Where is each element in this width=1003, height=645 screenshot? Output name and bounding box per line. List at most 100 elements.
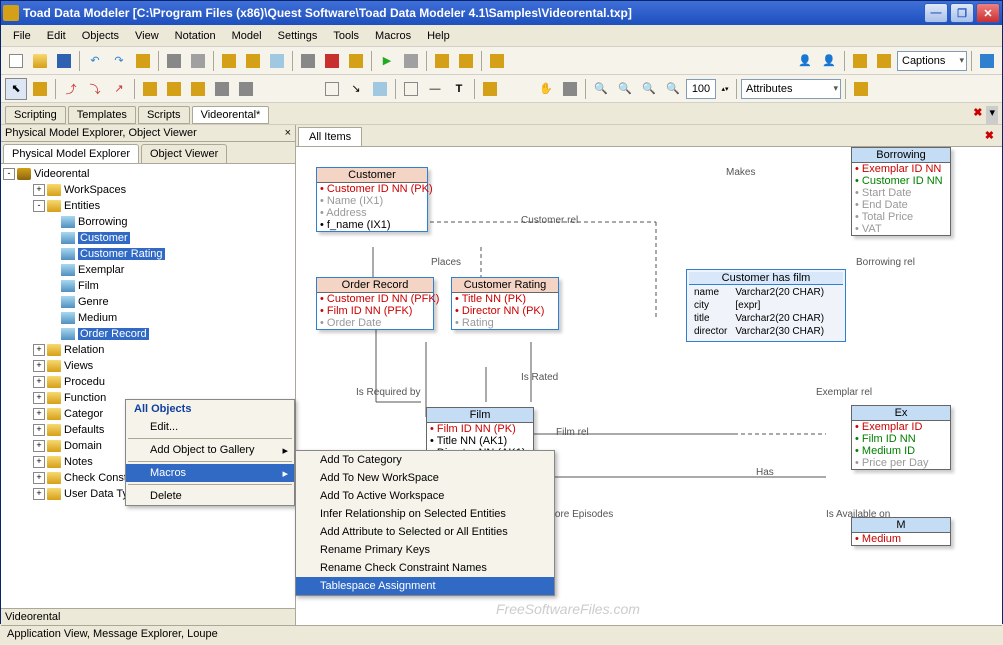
pointer-icon[interactable]: ⬉ bbox=[5, 78, 27, 100]
tab-object-viewer[interactable]: Object Viewer bbox=[141, 144, 227, 163]
rel-icon[interactable]: ⤴ bbox=[60, 78, 82, 100]
tree-node[interactable]: +WorkSpaces bbox=[3, 182, 293, 198]
ctx-delete[interactable]: Delete bbox=[126, 487, 294, 505]
menu-notation[interactable]: Notation bbox=[167, 28, 224, 44]
toolbar-icon[interactable] bbox=[211, 78, 233, 100]
minimize-button[interactable]: — bbox=[924, 3, 948, 23]
entity-customer[interactable]: Customer • Customer ID NN (PK)• Name (IX… bbox=[316, 167, 428, 232]
ctx-add-active-ws[interactable]: Add To Active Workspace bbox=[296, 487, 554, 505]
maximize-button[interactable]: ❐ bbox=[950, 3, 974, 23]
toolbar-icon[interactable] bbox=[486, 50, 508, 72]
tree-node[interactable]: +Procedu bbox=[3, 374, 293, 390]
toolbar-icon[interactable] bbox=[559, 78, 581, 100]
tree-node[interactable]: -Entities bbox=[3, 198, 293, 214]
entity-order-record[interactable]: Order Record • Customer ID NN (PFK)• Fil… bbox=[316, 277, 434, 330]
ctx-add-new-ws[interactable]: Add To New WorkSpace bbox=[296, 469, 554, 487]
toolbar-icon[interactable] bbox=[163, 78, 185, 100]
entity-borrowing[interactable]: Borrowing • Exemplar ID NN• Customer ID … bbox=[851, 147, 951, 236]
toolbar-icon[interactable] bbox=[850, 78, 872, 100]
toolbar-icon[interactable] bbox=[431, 50, 453, 72]
tree-view[interactable]: -Videorental+WorkSpaces-EntitiesBorrowin… bbox=[1, 163, 295, 608]
tab-dropdown-icon[interactable]: ▾ bbox=[986, 106, 998, 124]
zoom-out-icon[interactable]: 🔍 bbox=[614, 78, 636, 100]
zoom-icon[interactable]: 🔍 bbox=[662, 78, 684, 100]
toolbar-icon[interactable]: — bbox=[424, 78, 446, 100]
ctx-edit[interactable]: Edit... bbox=[126, 418, 294, 436]
ctx-add-attr[interactable]: Add Attribute to Selected or All Entitie… bbox=[296, 523, 554, 541]
open-icon[interactable] bbox=[29, 50, 51, 72]
tree-node[interactable]: Customer bbox=[3, 230, 293, 246]
tab-scripting[interactable]: Scripting bbox=[5, 106, 66, 124]
menu-edit[interactable]: Edit bbox=[39, 28, 74, 44]
captions-dropdown[interactable]: Captions bbox=[897, 51, 967, 71]
play-icon[interactable]: ▶ bbox=[376, 50, 398, 72]
close-doc-icon[interactable]: ✖ bbox=[985, 129, 994, 144]
menu-objects[interactable]: Objects bbox=[74, 28, 127, 44]
text-icon[interactable]: T bbox=[448, 78, 470, 100]
toolbar-icon[interactable] bbox=[479, 78, 501, 100]
zoom-in-icon[interactable]: 🔍 bbox=[590, 78, 612, 100]
menu-view[interactable]: View bbox=[127, 28, 167, 44]
tree-node[interactable]: Customer Rating bbox=[3, 246, 293, 262]
new-icon[interactable] bbox=[5, 50, 27, 72]
tree-node[interactable]: Film bbox=[3, 278, 293, 294]
toolbar-icon[interactable] bbox=[976, 50, 998, 72]
ctx-add-category[interactable]: Add To Category bbox=[296, 451, 554, 469]
entity-icon[interactable] bbox=[29, 78, 51, 100]
toolbar-icon[interactable]: ↘ bbox=[345, 78, 367, 100]
ctx-macros[interactable]: Macros bbox=[126, 464, 294, 482]
panel-close-icon[interactable]: × bbox=[285, 127, 291, 139]
ctx-infer-rel[interactable]: Infer Relationship on Selected Entities bbox=[296, 505, 554, 523]
toolbar-icon[interactable] bbox=[321, 50, 343, 72]
save-icon[interactable] bbox=[53, 50, 75, 72]
toolbar-icon[interactable] bbox=[400, 50, 422, 72]
tab-scripts[interactable]: Scripts bbox=[138, 106, 190, 124]
toolbar-icon[interactable] bbox=[849, 50, 871, 72]
redo-icon[interactable]: ↷ bbox=[108, 50, 130, 72]
print-icon[interactable] bbox=[163, 50, 185, 72]
hand-icon[interactable]: ✋ bbox=[535, 78, 557, 100]
toolbar-icon[interactable] bbox=[345, 50, 367, 72]
ctx-rename-pk[interactable]: Rename Primary Keys bbox=[296, 541, 554, 559]
entity-medium[interactable]: M • Medium bbox=[851, 517, 951, 546]
menu-file[interactable]: File bbox=[5, 28, 39, 44]
tree-node[interactable]: +Relation bbox=[3, 342, 293, 358]
toolbar-icon[interactable] bbox=[187, 50, 209, 72]
toolbar-icon[interactable] bbox=[187, 78, 209, 100]
entity-exemplar[interactable]: Ex • Exemplar ID• Film ID NN• Medium ID•… bbox=[851, 405, 951, 470]
menu-settings[interactable]: Settings bbox=[270, 28, 326, 44]
menu-model[interactable]: Model bbox=[224, 28, 270, 44]
toolbar-icon[interactable] bbox=[321, 78, 343, 100]
view-customer-has-film[interactable]: Customer has film nameVarchar2(20 CHAR)c… bbox=[686, 269, 846, 342]
toolbar-icon[interactable] bbox=[242, 50, 264, 72]
tree-node[interactable]: Genre bbox=[3, 294, 293, 310]
tree-node[interactable]: Order Record bbox=[3, 326, 293, 342]
toolbar-icon[interactable] bbox=[873, 50, 895, 72]
rel-icon[interactable]: ⤵ bbox=[84, 78, 106, 100]
user-icon[interactable]: 👤 bbox=[818, 50, 840, 72]
tab-templates[interactable]: Templates bbox=[68, 106, 136, 124]
close-tab-icon[interactable]: ✖ bbox=[973, 106, 982, 124]
toolbar-icon[interactable] bbox=[139, 78, 161, 100]
zoom-input[interactable] bbox=[686, 79, 716, 99]
toolbar-icon[interactable] bbox=[218, 50, 240, 72]
toolbar-icon[interactable] bbox=[132, 50, 154, 72]
spin-up-icon[interactable]: ▴▾ bbox=[718, 78, 732, 100]
zoom-fit-icon[interactable]: 🔍 bbox=[638, 78, 660, 100]
ctx-add-gallery[interactable]: Add Object to Gallery bbox=[126, 441, 294, 459]
toolbar-icon[interactable] bbox=[297, 50, 319, 72]
menu-tools[interactable]: Tools bbox=[325, 28, 367, 44]
tree-node[interactable]: Borrowing bbox=[3, 214, 293, 230]
toolbar-icon[interactable] bbox=[400, 78, 422, 100]
entity-customer-rating[interactable]: Customer Rating • Title NN (PK)• Directo… bbox=[451, 277, 559, 330]
tree-node[interactable]: +Views bbox=[3, 358, 293, 374]
tree-node[interactable]: Exemplar bbox=[3, 262, 293, 278]
toolbar-icon[interactable] bbox=[235, 78, 257, 100]
undo-icon[interactable]: ↶ bbox=[84, 50, 106, 72]
ctx-rename-cc[interactable]: Rename Check Constraint Names bbox=[296, 559, 554, 577]
attributes-dropdown[interactable]: Attributes bbox=[741, 79, 841, 99]
toolbar-icon[interactable] bbox=[455, 50, 477, 72]
menu-help[interactable]: Help bbox=[419, 28, 458, 44]
close-button[interactable]: ✕ bbox=[976, 3, 1000, 23]
toolbar-icon[interactable] bbox=[369, 78, 391, 100]
